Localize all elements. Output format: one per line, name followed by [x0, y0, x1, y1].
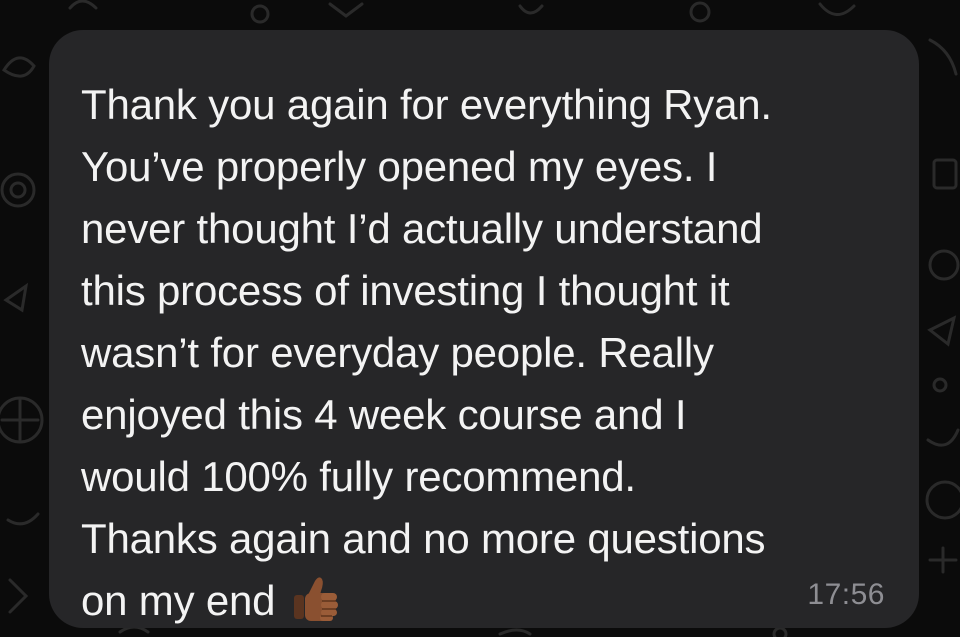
message-last-line: on my end — [81, 570, 885, 632]
message-bubble[interactable]: Thank you again for everything Ryan. You… — [49, 30, 919, 628]
message-line: wasn’t for everyday people. Really — [81, 329, 714, 376]
thumbs-up-emoji-icon — [294, 577, 339, 621]
message-line: would 100% fully recommend. — [81, 453, 636, 500]
message-line: You’ve properly opened my eyes. I — [81, 143, 718, 190]
message-line: this process of investing I thought it — [81, 267, 730, 314]
message-timestamp: 17:56 — [807, 578, 885, 611]
message-line: never thought I’d actually understand — [81, 205, 763, 252]
message-line: Thanks again and no more questions — [81, 515, 766, 562]
message-line: Thank you again for everything Ryan. — [81, 81, 772, 128]
message-line: enjoyed this 4 week course and I — [81, 391, 687, 438]
message-line: on my end — [81, 577, 276, 624]
